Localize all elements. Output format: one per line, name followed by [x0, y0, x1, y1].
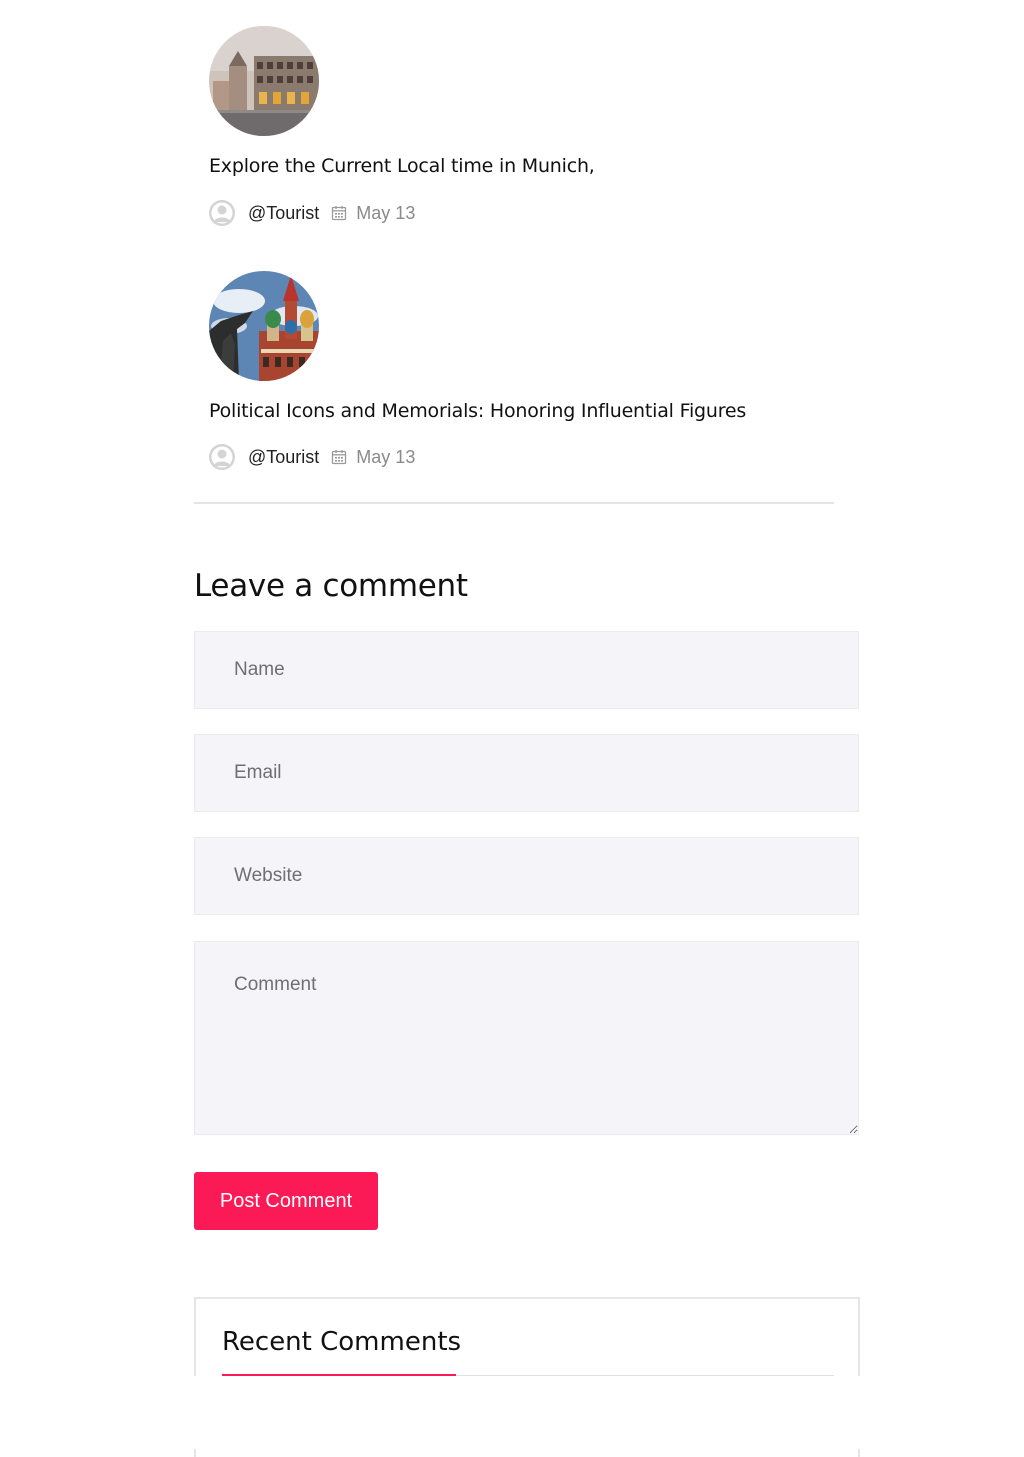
- avatar: [209, 200, 235, 226]
- user-avatar-icon: [209, 200, 235, 226]
- widget-title: Recent Comments: [222, 1327, 462, 1357]
- page-bottom-margin: [0, 1376, 1024, 1449]
- post-thumbnail-moscow[interactable]: [209, 271, 319, 381]
- post-meta: @Tourist May 13: [209, 200, 415, 226]
- munich-street-image: [209, 26, 319, 136]
- calendar-icon: [332, 450, 347, 465]
- post-title[interactable]: Political Icons and Memorials: Honoring …: [209, 400, 746, 422]
- moscow-cathedral-image: [209, 271, 319, 381]
- comment-field[interactable]: [194, 941, 859, 1135]
- post-meta: @Tourist May 13: [209, 444, 415, 470]
- post-comment-button[interactable]: Post Comment: [194, 1172, 378, 1230]
- website-field[interactable]: [194, 837, 859, 915]
- post-date: May 13: [356, 446, 416, 467]
- user-avatar-icon: [209, 444, 235, 470]
- name-field[interactable]: [194, 631, 859, 709]
- post-title[interactable]: Explore the Current Local time in Munich…: [209, 155, 595, 177]
- post-author[interactable]: @Tourist: [248, 203, 319, 224]
- calendar-icon: [332, 206, 347, 221]
- email-field[interactable]: [194, 734, 859, 812]
- post-date: May 13: [356, 202, 416, 223]
- section-divider: [194, 502, 834, 504]
- post-thumbnail-munich[interactable]: [209, 26, 319, 136]
- comment-form-heading: Leave a comment: [194, 568, 468, 604]
- post-author[interactable]: @Tourist: [248, 447, 319, 468]
- avatar: [209, 444, 235, 470]
